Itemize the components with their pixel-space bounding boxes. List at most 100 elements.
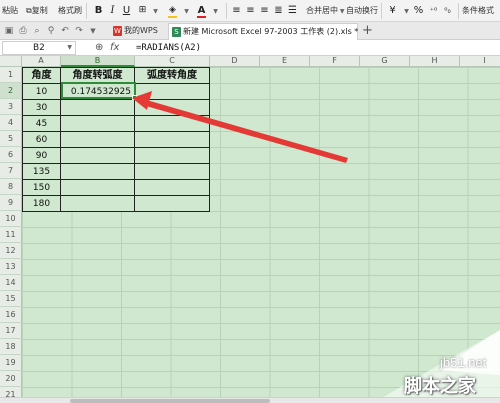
table-cell[interactable] <box>135 100 210 116</box>
table-cell[interactable] <box>135 148 210 164</box>
name-box-dropdown-icon[interactable]: ▼ <box>67 42 72 54</box>
row-header-3[interactable]: 3 <box>0 99 22 115</box>
table-cell[interactable]: 90 <box>23 148 61 164</box>
borders-icon[interactable]: ⊞ <box>136 3 149 18</box>
save-icon[interactable]: ▣ <box>2 24 16 38</box>
table-cell[interactable] <box>61 148 135 164</box>
fill-color-dropdown-icon[interactable]: ▼ <box>180 3 193 18</box>
row-header-7[interactable]: 7 <box>0 163 22 179</box>
row-header-5[interactable]: 5 <box>0 131 22 147</box>
table-cell[interactable] <box>135 180 210 196</box>
currency-button[interactable]: ¥ <box>386 3 399 18</box>
tab-document[interactable]: S 新建 Microsoft Excel 97-2003 工作表 (2).xls… <box>168 23 358 40</box>
table-cell[interactable]: 30 <box>23 100 61 116</box>
borders-dropdown-icon[interactable]: ▼ <box>149 3 162 18</box>
zoom-icon[interactable]: ⊕ <box>95 41 103 55</box>
print-preview-icon[interactable]: ⌕ <box>30 24 44 38</box>
paint-bucket-icon: ◈ <box>169 5 176 15</box>
align-left-icon[interactable]: ≡ <box>230 3 243 18</box>
column-header-h[interactable]: H <box>410 56 460 67</box>
horizontal-scrollbar-thumb[interactable] <box>70 399 270 403</box>
auto-wrap-button[interactable]: 自动换行 <box>346 3 378 19</box>
row-header-8[interactable]: 8 <box>0 179 22 195</box>
row-header-9[interactable]: 9 <box>0 195 22 211</box>
justify-icon[interactable]: ≣ <box>272 3 285 18</box>
copy-button[interactable]: ⧉复制 <box>26 3 48 19</box>
insert-function-button[interactable]: fx <box>110 41 119 55</box>
increase-decimal-icon[interactable]: ⁺⁰ <box>427 3 440 18</box>
percent-button[interactable]: % <box>412 3 425 18</box>
format-painter-button[interactable]: 格式刷 <box>58 3 82 19</box>
column-header-e[interactable]: E <box>260 56 310 67</box>
row-header-20[interactable]: 20 <box>0 371 22 387</box>
formula-bar: B2 ▼ ⊕ fx =RADIANS(A2) <box>0 40 500 56</box>
table-header-cell[interactable]: 角度 <box>23 68 61 84</box>
table-cell[interactable]: 45 <box>23 116 61 132</box>
formula-input[interactable]: =RADIANS(A2) <box>136 41 201 55</box>
table-cell[interactable] <box>135 132 210 148</box>
table-cell[interactable]: 150 <box>23 180 61 196</box>
new-tab-button[interactable]: + <box>362 23 373 39</box>
row-header-15[interactable]: 15 <box>0 291 22 307</box>
table-cell[interactable]: 60 <box>23 132 61 148</box>
decrease-decimal-icon[interactable]: ⁰₀ <box>441 3 454 18</box>
distributed-align-icon[interactable]: ☰ <box>286 3 299 18</box>
align-right-icon[interactable]: ≡ <box>258 3 271 18</box>
italic-button[interactable]: I <box>106 3 119 18</box>
fill-handle[interactable] <box>132 95 137 100</box>
row-header-10[interactable]: 10 <box>0 211 22 227</box>
align-center-icon[interactable]: ≡ <box>244 3 257 18</box>
table-cell[interactable] <box>61 116 135 132</box>
row-header-2[interactable]: 2 <box>0 83 22 99</box>
table-cell[interactable] <box>135 84 210 100</box>
font-color-button[interactable]: A <box>195 3 208 18</box>
row-header-17[interactable]: 17 <box>0 323 22 339</box>
table-cell[interactable] <box>61 132 135 148</box>
row-header-12[interactable]: 12 <box>0 243 22 259</box>
table-cell[interactable] <box>61 196 135 212</box>
underline-button[interactable]: U <box>120 3 133 18</box>
name-box[interactable]: B2 ▼ <box>2 41 76 55</box>
table-cell[interactable] <box>61 164 135 180</box>
table-cell[interactable] <box>135 196 210 212</box>
font-color-dropdown-icon[interactable]: ▼ <box>209 3 222 18</box>
row-header-6[interactable]: 6 <box>0 147 22 163</box>
merge-center-button[interactable]: 合并居中 ▼ <box>306 3 345 19</box>
column-header-i[interactable]: I <box>460 56 500 67</box>
column-header-g[interactable]: G <box>360 56 410 67</box>
bold-button[interactable]: B <box>92 3 105 18</box>
undo-icon[interactable]: ↶ <box>58 24 72 38</box>
conditional-format-button[interactable]: 条件格式 <box>462 3 494 19</box>
customize-dropdown-icon[interactable]: ▼ <box>86 24 100 38</box>
table-cell[interactable] <box>135 116 210 132</box>
fill-color-button[interactable]: ◈ <box>166 3 179 18</box>
horizontal-scrollbar[interactable] <box>0 397 500 403</box>
table-cell[interactable]: 135 <box>23 164 61 180</box>
row-header-18[interactable]: 18 <box>0 339 22 355</box>
row-header-4[interactable]: 4 <box>0 115 22 131</box>
row-header-14[interactable]: 14 <box>0 275 22 291</box>
table-header-cell[interactable]: 弧度转角度 <box>135 68 210 84</box>
column-header-f[interactable]: F <box>310 56 360 67</box>
column-header-a[interactable]: A <box>22 56 61 67</box>
table-cell[interactable]: 10 <box>23 84 61 100</box>
tab-my-wps[interactable]: W 我的WPS <box>110 23 166 40</box>
select-all-corner[interactable] <box>0 56 22 67</box>
row-header-19[interactable]: 19 <box>0 355 22 371</box>
paste-button[interactable]: 粘贴 <box>2 3 18 19</box>
row-header-11[interactable]: 11 <box>0 227 22 243</box>
column-header-b[interactable]: B <box>61 56 135 67</box>
row-header-1[interactable]: 1 <box>0 67 22 83</box>
table-cell[interactable]: 180 <box>23 196 61 212</box>
column-header-d[interactable]: D <box>210 56 260 67</box>
find-icon[interactable]: ⚲ <box>44 24 58 38</box>
column-header-c[interactable]: C <box>135 56 210 67</box>
redo-icon[interactable]: ↷ <box>72 24 86 38</box>
row-header-16[interactable]: 16 <box>0 307 22 323</box>
active-cell-selection[interactable] <box>61 82 136 99</box>
print-icon[interactable]: ⎙ <box>16 24 30 38</box>
table-cell[interactable] <box>61 180 135 196</box>
table-cell[interactable] <box>135 164 210 180</box>
table-cell[interactable] <box>61 100 135 116</box>
row-header-13[interactable]: 13 <box>0 259 22 275</box>
